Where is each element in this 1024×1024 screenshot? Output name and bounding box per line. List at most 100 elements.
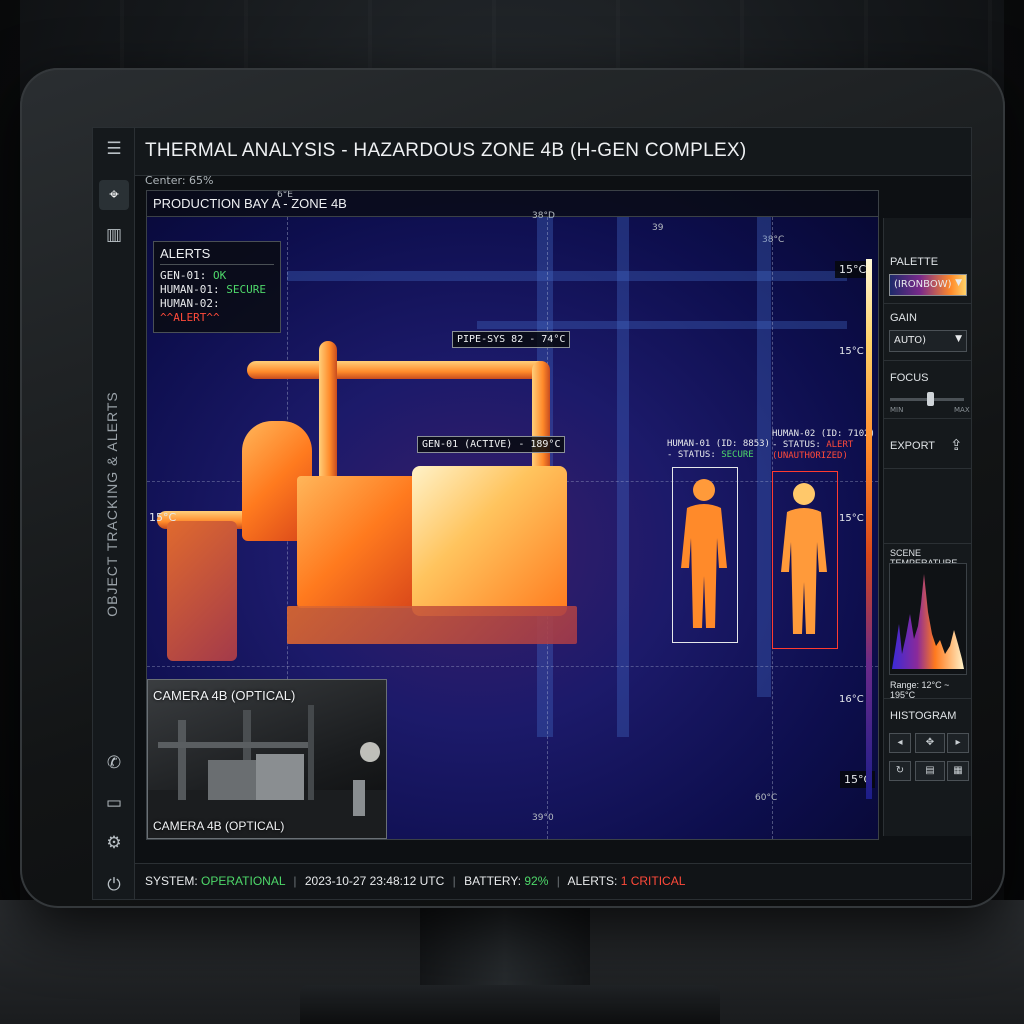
human-01-thermal-silhouette [681,479,727,628]
divider [884,418,971,419]
viewport-title: PRODUCTION BAY A - ZONE 4B [153,196,347,211]
human-02-bounding-box[interactable] [772,471,838,649]
alerts-title: ALERTS [160,247,274,265]
monitor-stand-base [300,985,720,1024]
generator-engine [412,466,567,616]
pipe-tag[interactable]: PIPE-SYS 82 - 74°C [452,331,571,348]
separator: | [293,874,297,888]
palette-label: PALETTE [890,256,939,268]
steel-beam [287,271,847,281]
scale-tick: 39 [652,223,664,233]
focus-slider-thumb[interactable] [927,392,934,406]
optical-camera-caption: CAMERA 4B (OPTICAL) [153,819,285,833]
alert-item[interactable]: HUMAN-01: SECURE [160,283,274,297]
alerts-count-value[interactable]: 1 CRITICAL [621,874,686,888]
thermal-pipe [532,361,550,481]
battery-label: BATTERY: [464,874,522,888]
gear-icon[interactable]: ⚙ [99,828,129,858]
palette-select[interactable]: (IRONBOW) ▼ [889,274,967,296]
gain-select[interactable]: AUTO) ▼ [889,330,967,352]
alert-status: ^^ALERT^^ [160,311,220,324]
status-bar: SYSTEM: OPERATIONAL | 2023-10-27 23:48:1… [135,863,971,899]
separator: | [556,874,560,888]
human-01-status-prefix: - STATUS: [667,450,716,460]
alert-name: GEN-01: [160,269,207,282]
temp-label: 15°C [149,511,177,524]
alerts-panel: ALERTS GEN-01: OK HUMAN-01: SECURE HUMAN… [153,241,281,333]
scale-tick: 60°C [755,793,778,803]
phone-icon[interactable]: ✆ [99,748,129,778]
scene-histogram [889,563,967,675]
control-panel: PALETTE (IRONBOW) ▼ GAIN AUTO) ▼ FOCUS M… [883,218,971,836]
focus-min-label: MIN [890,406,904,414]
alert-item[interactable]: HUMAN-02: ^^ALERT^^ [160,297,274,325]
human-02-label: HUMAN-02 (ID: 7102) - STATUS: ALERT (UNA… [772,429,875,462]
alert-name: HUMAN-02: [160,297,220,310]
generator-housing [297,476,419,608]
document-icon[interactable]: ▦ [947,761,969,781]
human-01-status: SECURE [721,450,754,460]
human-02-status: ALERT [826,440,854,450]
timestamp: 2023-10-27 23:48:12 UTC [304,874,445,888]
battery-value: 92% [524,874,549,888]
human-02-unauthorized: (UNAUTHORIZED) [772,451,848,461]
page-title: THERMAL ANALYSIS - HAZARDOUS ZONE 4B (H-… [145,140,747,161]
optical-camera-inset[interactable]: CAMERA 4B (OPTICAL) CAMERA 4B (OPTICAL) [147,679,387,839]
center-readout: Center: 65% [145,174,214,187]
gain-label: GAIN [890,312,917,324]
refresh-icon[interactable]: ↻ [889,761,911,781]
human-01-id: HUMAN-01 (ID: 8853) [667,439,770,449]
viewport-header: PRODUCTION BAY A - ZONE 4B [147,191,878,217]
steel-beam [477,321,847,329]
steel-column [617,217,629,737]
left-sidebar: ☰ ⌖ ▥ OBJECT TRACKING & ALERTS ✆ ▭ ⚙ ⏻ [93,128,135,899]
histogram-label: HISTOGRAM [890,710,957,722]
alert-item[interactable]: GEN-01: OK [160,269,274,283]
human-02-thermal-silhouette [781,483,827,634]
crosshair-icon[interactable]: ⌖ [99,180,129,210]
alert-status: SECURE [226,283,266,296]
sidebar-label: OBJECT TRACKING & ALERTS [104,391,120,617]
thermal-pipe [319,341,337,491]
chevron-down-icon: ▼ [955,334,962,344]
title-bar: THERMAL ANALYSIS - HAZARDOUS ZONE 4B (H-… [135,128,971,176]
temp-label: 15°C [839,346,864,357]
focus-max-label: MAX [954,406,970,414]
palette-value: (IRONBOW) [894,279,952,290]
alert-status: OK [212,269,227,282]
menu-icon[interactable]: ☰ [99,134,129,164]
range-label: Range: 12°C ~ 195°C [890,680,950,700]
scene-histogram-chart [892,574,964,669]
divider [884,468,971,469]
save-icon[interactable]: ▤ [915,761,945,781]
next-icon[interactable]: ▸ [947,733,969,753]
generator-base [287,606,577,644]
divider [884,543,971,544]
focus-label: FOCUS [890,372,929,384]
guide-line [147,666,878,667]
divider [884,360,971,361]
chart-icon[interactable]: ▥ [99,220,129,250]
system-label: SYSTEM: [145,874,198,888]
system-status: OPERATIONAL [201,874,286,888]
scale-tick: 39°0 [532,813,554,823]
human-02-id: HUMAN-02 (ID: 7102) [772,429,875,439]
generator-tag[interactable]: GEN-01 (ACTIVE) - 189°C [417,436,566,453]
divider [884,303,971,304]
screen: ☰ ⌖ ▥ OBJECT TRACKING & ALERTS ✆ ▭ ⚙ ⏻ T… [92,127,972,900]
share-icon[interactable]: ⇪ [950,436,963,454]
power-icon[interactable]: ⏻ [99,870,129,899]
human-02-status-prefix: - STATUS: [772,440,821,450]
export-label[interactable]: EXPORT [890,440,935,452]
temp-label: 16°C [839,694,864,705]
prev-icon[interactable]: ◂ [889,733,911,753]
message-icon[interactable]: ▭ [99,788,129,818]
alert-name: HUMAN-01: [160,283,220,296]
move-icon[interactable]: ✥ [915,733,945,753]
human-01-label: HUMAN-01 (ID: 8853) - STATUS: SECURE [667,439,770,461]
human-01-bounding-box[interactable] [672,467,738,643]
thermal-viewport[interactable]: PRODUCTION BAY A - ZONE 4B 6°E 38°D 39 3… [146,190,879,840]
thermal-pipe [247,361,547,379]
alerts-count-label: ALERTS: [567,874,618,888]
tank-object [167,521,237,661]
